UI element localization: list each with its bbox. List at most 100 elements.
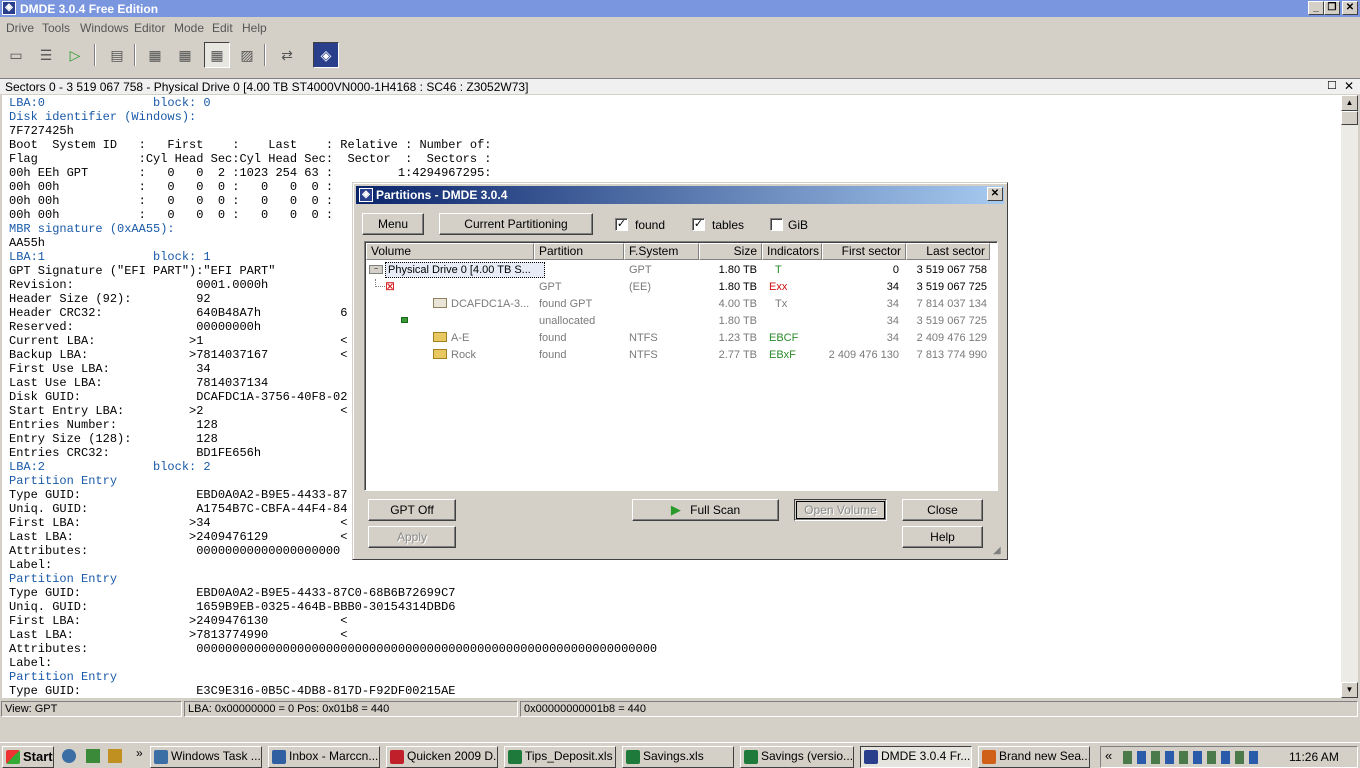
table-row[interactable]: unallocated 1.80 TB 34 3 519 067 725 xyxy=(367,313,993,329)
scroll-up-icon[interactable]: ▲ xyxy=(1341,95,1358,111)
row-volume: Rock xyxy=(451,349,477,361)
empty-strip xyxy=(0,720,1360,740)
window-titlebar[interactable]: ◈ DMDE 3.0.4 Free Edition _ ❐ ✕ xyxy=(0,0,1360,17)
status-offset: 0x00000000001b8 = 440 xyxy=(520,701,1358,717)
close-button[interactable]: Close xyxy=(902,499,983,521)
toolbar-separator xyxy=(134,44,136,66)
template-line: Last Use LBA: 7814037134 xyxy=(9,376,269,390)
menu-tools[interactable]: Tools xyxy=(42,21,70,35)
col-partition[interactable]: Partition xyxy=(534,243,624,260)
col-first-sector[interactable]: First sector xyxy=(822,243,906,260)
partitions-list[interactable]: Volume Partition F.System Size Indicator… xyxy=(364,241,998,491)
status-view: View: GPT xyxy=(1,701,182,717)
table-row[interactable]: DCAFDC1A-3... found GPT 4.00 TB Tx 34 7 … xyxy=(367,296,993,312)
row-last: 3 519 067 758 xyxy=(916,264,987,276)
task-label: Inbox - Marccn... xyxy=(289,749,379,763)
open-volume-button[interactable]: Open Volume xyxy=(794,499,887,521)
taskbar-item[interactable]: DMDE 3.0.4 Fr... xyxy=(860,746,972,768)
start-button[interactable]: Start xyxy=(2,746,54,768)
template-view-icon[interactable]: ▦ xyxy=(204,42,230,68)
tray-icons[interactable] xyxy=(1123,751,1263,764)
table-row[interactable]: Rock found NTFS 2.77 TB EBxF 2 409 476 1… xyxy=(367,347,993,363)
taskbar-item[interactable]: Windows Task ... xyxy=(150,746,262,768)
chevron-icon[interactable]: » xyxy=(136,746,143,760)
taskbar: Start » Windows Task ... Inbox - Marccn..… xyxy=(0,742,1360,768)
task-app-icon xyxy=(154,750,168,764)
scroll-thumb[interactable] xyxy=(1341,111,1358,125)
row-last: 7 814 037 134 xyxy=(916,298,987,310)
dmde-logo-icon[interactable]: ◈ xyxy=(313,42,339,68)
row-fs: (EE) xyxy=(629,281,651,293)
taskbar-item[interactable]: Brand new Sea... xyxy=(978,746,1090,768)
tables-check-icon[interactable]: ✓ xyxy=(692,218,705,231)
full-scan-button[interactable]: ▶ Full Scan xyxy=(632,499,779,521)
tray-chevron-icon[interactable]: « xyxy=(1105,748,1112,763)
disk-icon: − xyxy=(369,265,383,274)
col-size[interactable]: Size xyxy=(699,243,762,260)
menu-windows[interactable]: Windows xyxy=(80,21,129,35)
deleted-partition-icon: ⊠ xyxy=(385,279,396,293)
row-first: 34 xyxy=(886,315,899,327)
table-row[interactable]: A-E found NTFS 1.23 TB EBCF 34 2 409 476… xyxy=(367,330,993,346)
menu-help[interactable]: Help xyxy=(242,21,267,35)
menu-button[interactable]: Menu xyxy=(362,213,424,235)
dialog-close-icon[interactable]: ✕ xyxy=(987,187,1003,201)
gib-check-icon[interactable] xyxy=(770,218,783,231)
apply-button[interactable]: Apply xyxy=(368,526,456,548)
col-indicators[interactable]: Indicators xyxy=(762,243,822,260)
folder-quicklaunch-icon[interactable] xyxy=(108,749,122,763)
close-pane-icon[interactable]: ✕ xyxy=(1344,79,1354,93)
scroll-down-icon[interactable]: ▼ xyxy=(1341,682,1358,698)
status-lba: LBA: 0x00000000 = 0 Pos: 0x01b8 = 440 xyxy=(184,701,518,717)
drive-icon[interactable]: ▭ xyxy=(3,42,29,68)
col-volume[interactable]: Volume xyxy=(366,243,534,260)
clipboard-icon[interactable]: ▤ xyxy=(104,42,130,68)
gib-checkbox[interactable]: GiB xyxy=(770,218,820,232)
menu-editor[interactable]: Editor xyxy=(134,21,165,35)
menu-mode[interactable]: Mode xyxy=(174,21,204,35)
image-view-icon[interactable]: ▨ xyxy=(234,42,260,68)
taskbar-item[interactable]: Tips_Deposit.xls xyxy=(504,746,616,768)
found-check-icon[interactable]: ✓ xyxy=(615,218,628,231)
table-row[interactable]: ⊠ GPT (EE) 1.80 TB Exx 34 3 519 067 725 xyxy=(367,279,993,295)
taskbar-item[interactable]: Quicken 2009 D... xyxy=(386,746,498,768)
tables-checkbox[interactable]: ✓ tables xyxy=(692,218,752,232)
template-line: Type GUID: EBD0A0A2-B9E5-4433-87 xyxy=(9,488,348,502)
current-partitioning-button[interactable]: Current Partitioning xyxy=(439,213,593,235)
partitions-dialog: ◈ Partitions - DMDE 3.0.4 ✕ Menu Current… xyxy=(352,182,1008,560)
taskbar-item[interactable]: Savings.xls xyxy=(622,746,734,768)
windows-logo-icon xyxy=(6,750,20,764)
dmde-app-icon[interactable]: ◈ xyxy=(2,1,16,15)
export-icon[interactable]: ⇄ xyxy=(274,42,300,68)
partitions-icon[interactable]: ☰ xyxy=(33,42,59,68)
text-view-icon[interactable]: ▦ xyxy=(172,42,198,68)
found-checkbox[interactable]: ✓ found xyxy=(615,218,675,232)
quicklaunch-icon[interactable] xyxy=(86,749,100,763)
hex-view-icon[interactable]: ▦ xyxy=(142,42,168,68)
taskbar-item[interactable]: Inbox - Marccn... xyxy=(268,746,380,768)
row-size: 1.80 TB xyxy=(718,264,757,276)
minimize-icon[interactable]: _ xyxy=(1308,1,1324,15)
menu-edit[interactable]: Edit xyxy=(212,21,233,35)
restore-icon[interactable]: ❐ xyxy=(1324,1,1340,15)
col-fsystem[interactable]: F.System xyxy=(624,243,699,260)
toolbar-separator xyxy=(94,44,96,66)
help-button[interactable]: Help xyxy=(902,526,983,548)
maximize-pane-icon[interactable]: ☐ xyxy=(1327,79,1337,92)
template-line: Last LBA: >7813774990 < xyxy=(9,628,348,642)
table-row[interactable]: − Physical Drive 0 [4.00 TB S... GPT 1.8… xyxy=(367,262,993,278)
dialog-titlebar[interactable]: ◈ Partitions - DMDE 3.0.4 ✕ xyxy=(356,186,1004,204)
close-icon[interactable]: ✕ xyxy=(1342,1,1358,15)
menu-drive[interactable]: Drive xyxy=(6,21,34,35)
gpt-off-button[interactable]: GPT Off xyxy=(368,499,456,521)
play-icon[interactable]: ▷ xyxy=(62,42,88,68)
ie-icon[interactable] xyxy=(62,749,76,763)
taskbar-item[interactable]: Savings (versio... xyxy=(740,746,854,768)
row-indicators: Tx xyxy=(775,298,788,310)
row-first: 34 xyxy=(886,298,899,310)
task-app-icon xyxy=(390,750,404,764)
col-last-sector[interactable]: Last sector xyxy=(906,243,990,260)
clock[interactable]: 11:26 AM xyxy=(1289,750,1339,764)
vertical-scrollbar[interactable]: ▲ ▼ xyxy=(1341,95,1358,698)
resize-grip-icon[interactable]: ◢ xyxy=(993,545,1001,556)
